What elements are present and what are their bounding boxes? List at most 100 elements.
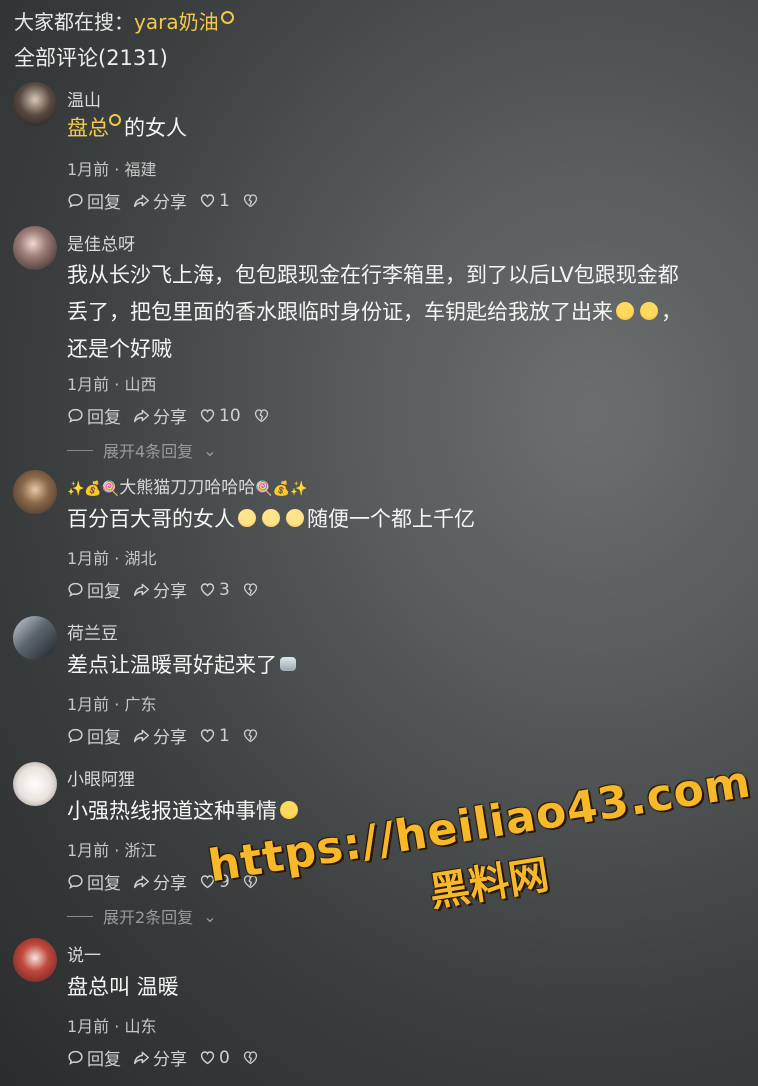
share-label: 分享 [153,1050,187,1070]
avatar[interactable] [13,938,57,982]
grin-emoji-icon [238,509,256,527]
comment-meta: 1月前 · 湖北 [67,549,157,568]
comment-text: 我从长沙飞上海，包包跟现金在行李箱里，到了以后LV包跟现金都 丢了，把包里面的香… [67,257,744,368]
comment-author[interactable]: 说一 [67,941,101,966]
reply-button[interactable]: 回复 [67,869,121,894]
expand-replies-label: 展开4条回复 [103,442,194,461]
like-count: 10 [219,405,241,426]
chat-bubble-icon [68,728,83,743]
dislike-button[interactable] [242,192,259,209]
share-button[interactable]: 分享 [133,1045,187,1070]
broken-heart-icon [254,409,268,423]
share-arrow-icon [133,194,150,208]
comment-text-part: 丢了，把包里面的香水跟临时身份证，车钥匙给我放了出来 [67,300,613,324]
expand-replies-button[interactable]: 展开4条回复 ⌄ [67,438,217,462]
laughing-emoji-icon [616,302,634,320]
avatar[interactable] [13,226,57,270]
heart-icon [200,409,215,423]
share-button[interactable]: 分享 [133,188,187,213]
expand-replies-button[interactable]: 展开2条回复 ⌄ [67,904,217,928]
divider [67,915,93,917]
comment-text: 盘总叫 温暖 [67,975,179,999]
comment-author[interactable]: ✨💰🍭大熊猫刀刀哈哈哈🍭💰✨ [67,473,308,498]
comment-author[interactable]: 荷兰豆 [67,619,118,644]
share-arrow-icon [133,875,150,889]
reply-button[interactable]: 回复 [67,188,121,213]
avatar[interactable] [13,616,57,660]
comment-text-line: 丢了，把包里面的香水跟临时身份证，车钥匙给我放了出来 ， [67,294,744,331]
reply-button[interactable]: 回复 [67,1045,121,1070]
comment-meta: 1月前 · 浙江 [67,841,157,860]
reply-button[interactable]: 回复 [67,403,121,428]
dislike-button[interactable] [242,727,259,744]
comment-text-part: 随便一个都上千亿 [307,507,475,531]
broken-heart-icon [243,583,257,597]
share-button[interactable]: 分享 [133,577,187,602]
share-label: 分享 [153,408,187,428]
comment-text: 百分百大哥的女人 随便一个都上千亿 [67,501,744,538]
share-label: 分享 [153,193,187,213]
comment-text-line: 还是个好贼 [67,337,172,361]
like-count: 1 [219,725,230,746]
avatar[interactable] [13,82,57,126]
like-button[interactable]: 0 [199,1048,230,1068]
share-button[interactable]: 分享 [133,403,187,428]
reply-button[interactable]: 回复 [67,577,121,602]
broken-heart-icon [243,729,257,743]
share-button[interactable]: 分享 [133,723,187,748]
chevron-down-icon: ⌄ [203,906,217,926]
comment-author[interactable]: 小眼阿狸 [67,765,135,790]
search-keyword-link[interactable]: yara奶油 [134,10,219,34]
share-arrow-icon [133,583,150,597]
comment-author[interactable]: 温山 [67,86,101,111]
chat-bubble-icon [68,193,83,208]
keyword-link[interactable]: 盘总 [67,116,109,140]
chat-bubble-icon [68,408,83,423]
share-arrow-icon [133,1051,150,1065]
broken-heart-icon [243,1051,257,1065]
search-icon [220,11,234,24]
share-label: 分享 [153,582,187,602]
share-label: 分享 [153,874,187,894]
share-label: 分享 [153,728,187,748]
chat-bubble-icon [68,1050,83,1065]
share-button[interactable]: 分享 [133,869,187,894]
heart-icon [200,1051,215,1065]
watermark-overlay: https://heiliao43.com 黑料网 [205,756,758,951]
search-icon [109,114,121,126]
like-button[interactable]: 3 [199,580,230,600]
like-button[interactable]: 1 [199,191,230,211]
reply-label: 回复 [87,1050,121,1070]
sparkle-emoji-icon: ✨💰🍭 [67,481,120,497]
dislike-button[interactable] [242,1049,259,1066]
comment-text-part: ， [661,300,682,324]
like-button[interactable]: 1 [199,726,230,746]
comment-meta: 1月前 · 山西 [67,375,157,394]
comment-meta: 1月前 · 福建 [67,160,157,179]
share-arrow-icon [133,409,150,423]
sparkle-emoji-icon: 🍭💰✨ [255,481,308,497]
like-count: 3 [219,579,230,600]
comment-author[interactable]: 是佳总呀 [67,230,135,255]
dislike-button[interactable] [242,581,259,598]
comment-text-part: 小强热线报道这种事情 [67,799,277,823]
comment-text-rest: 的女人 [124,116,187,140]
reply-label: 回复 [87,728,121,748]
avatar[interactable] [13,762,57,806]
comment-text-line: 我从长沙飞上海，包包跟现金在行李箱里，到了以后LV包跟现金都 [67,263,679,287]
heart-icon [200,194,215,208]
grin-emoji-icon [262,509,280,527]
comment-meta: 1月前 · 广东 [67,695,157,714]
like-button[interactable]: 10 [199,406,241,426]
search-suggestion[interactable]: 大家都在搜：yara奶油 [14,6,234,35]
heart-icon [200,729,215,743]
reply-button[interactable]: 回复 [67,723,121,748]
chat-bubble-icon [68,582,83,597]
comment-count-title: 全部评论(2131) [14,46,168,70]
comment-text-part: 差点让温暖哥好起来了 [67,653,277,677]
chevron-down-icon: ⌄ [203,440,217,460]
laughing-emoji-icon [280,801,298,819]
dislike-button[interactable] [253,407,270,424]
like-count: 0 [219,1047,230,1068]
avatar[interactable] [13,470,57,514]
